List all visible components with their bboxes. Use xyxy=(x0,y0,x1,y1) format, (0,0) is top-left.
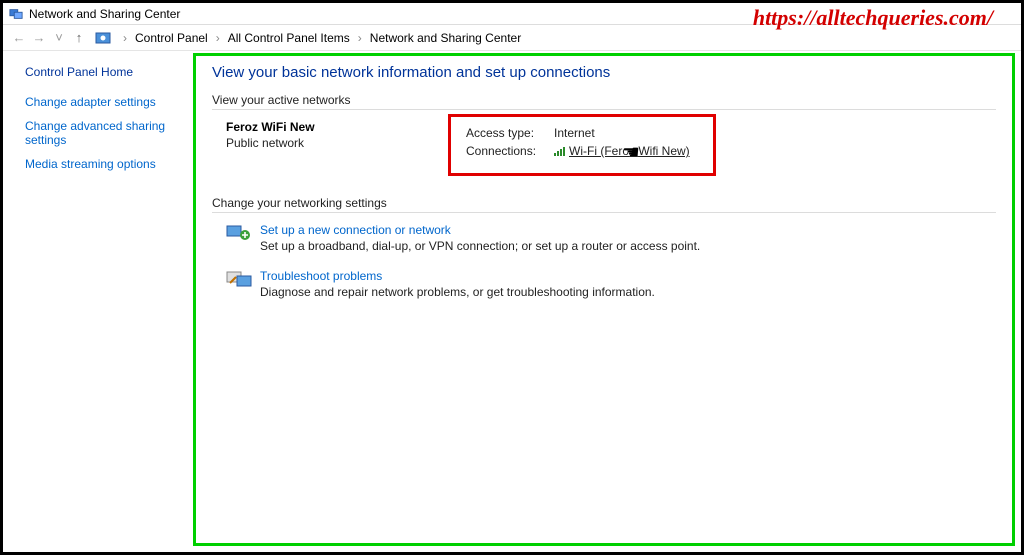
divider xyxy=(212,212,996,213)
control-panel-icon xyxy=(95,30,111,46)
action-desc: Diagnose and repair network problems, or… xyxy=(260,285,655,299)
active-networks-label: View your active networks xyxy=(212,93,996,107)
watermark-url: https://alltechqueries.com/ xyxy=(753,5,993,31)
up-button[interactable]: ↑ xyxy=(71,30,87,45)
breadcrumb-item-1[interactable]: All Control Panel Items xyxy=(226,31,352,45)
action-title[interactable]: Set up a new connection or network xyxy=(260,223,700,237)
breadcrumb-sep: › xyxy=(117,31,133,45)
network-name: Feroz WiFi New xyxy=(226,120,456,134)
access-type-value: Internet xyxy=(554,126,595,140)
sidebar-link-sharing[interactable]: Change advanced sharing settings xyxy=(25,119,181,147)
wifi-signal-icon xyxy=(554,146,565,156)
window-title: Network and Sharing Center xyxy=(29,7,180,21)
connection-link[interactable]: Wi-Fi (Feroz Wifi New) xyxy=(569,144,690,158)
back-button[interactable]: ← xyxy=(11,30,27,45)
troubleshoot-icon xyxy=(226,269,252,289)
breadcrumb-sep: › xyxy=(210,31,226,45)
connections-label: Connections: xyxy=(466,144,554,158)
change-settings-label: Change your networking settings xyxy=(212,196,996,210)
sidebar-link-media[interactable]: Media streaming options xyxy=(25,157,181,171)
control-panel-home-link[interactable]: Control Panel Home xyxy=(25,65,181,79)
action-troubleshoot[interactable]: Troubleshoot problems Diagnose and repai… xyxy=(226,269,996,299)
new-connection-icon xyxy=(226,223,252,243)
title-bar: Network and Sharing Center https://allte… xyxy=(3,3,1021,25)
breadcrumb-item-2[interactable]: Network and Sharing Center xyxy=(368,31,523,45)
highlighted-content-area: View your basic network information and … xyxy=(193,53,1015,546)
network-details: Access type: Internet Connections: Wi-Fi… xyxy=(456,120,704,170)
action-desc: Set up a broadband, dial-up, or VPN conn… xyxy=(260,239,700,253)
network-category: Public network xyxy=(226,136,456,150)
action-title[interactable]: Troubleshoot problems xyxy=(260,269,655,283)
history-dropdown[interactable]: ˅ xyxy=(51,30,67,45)
forward-button[interactable]: → xyxy=(31,30,47,45)
action-new-connection[interactable]: Set up a new connection or network Set u… xyxy=(226,223,996,253)
access-type-label: Access type: xyxy=(466,126,554,140)
divider xyxy=(212,109,996,110)
sidebar: Control Panel Home Change adapter settin… xyxy=(3,51,191,552)
active-network-row: Feroz WiFi New Public network Access typ… xyxy=(226,120,996,170)
page-heading: View your basic network information and … xyxy=(212,64,996,81)
breadcrumb-sep: › xyxy=(352,31,368,45)
network-sharing-icon xyxy=(9,7,23,21)
sidebar-link-adapter[interactable]: Change adapter settings xyxy=(25,95,181,109)
breadcrumb-item-0[interactable]: Control Panel xyxy=(133,31,210,45)
